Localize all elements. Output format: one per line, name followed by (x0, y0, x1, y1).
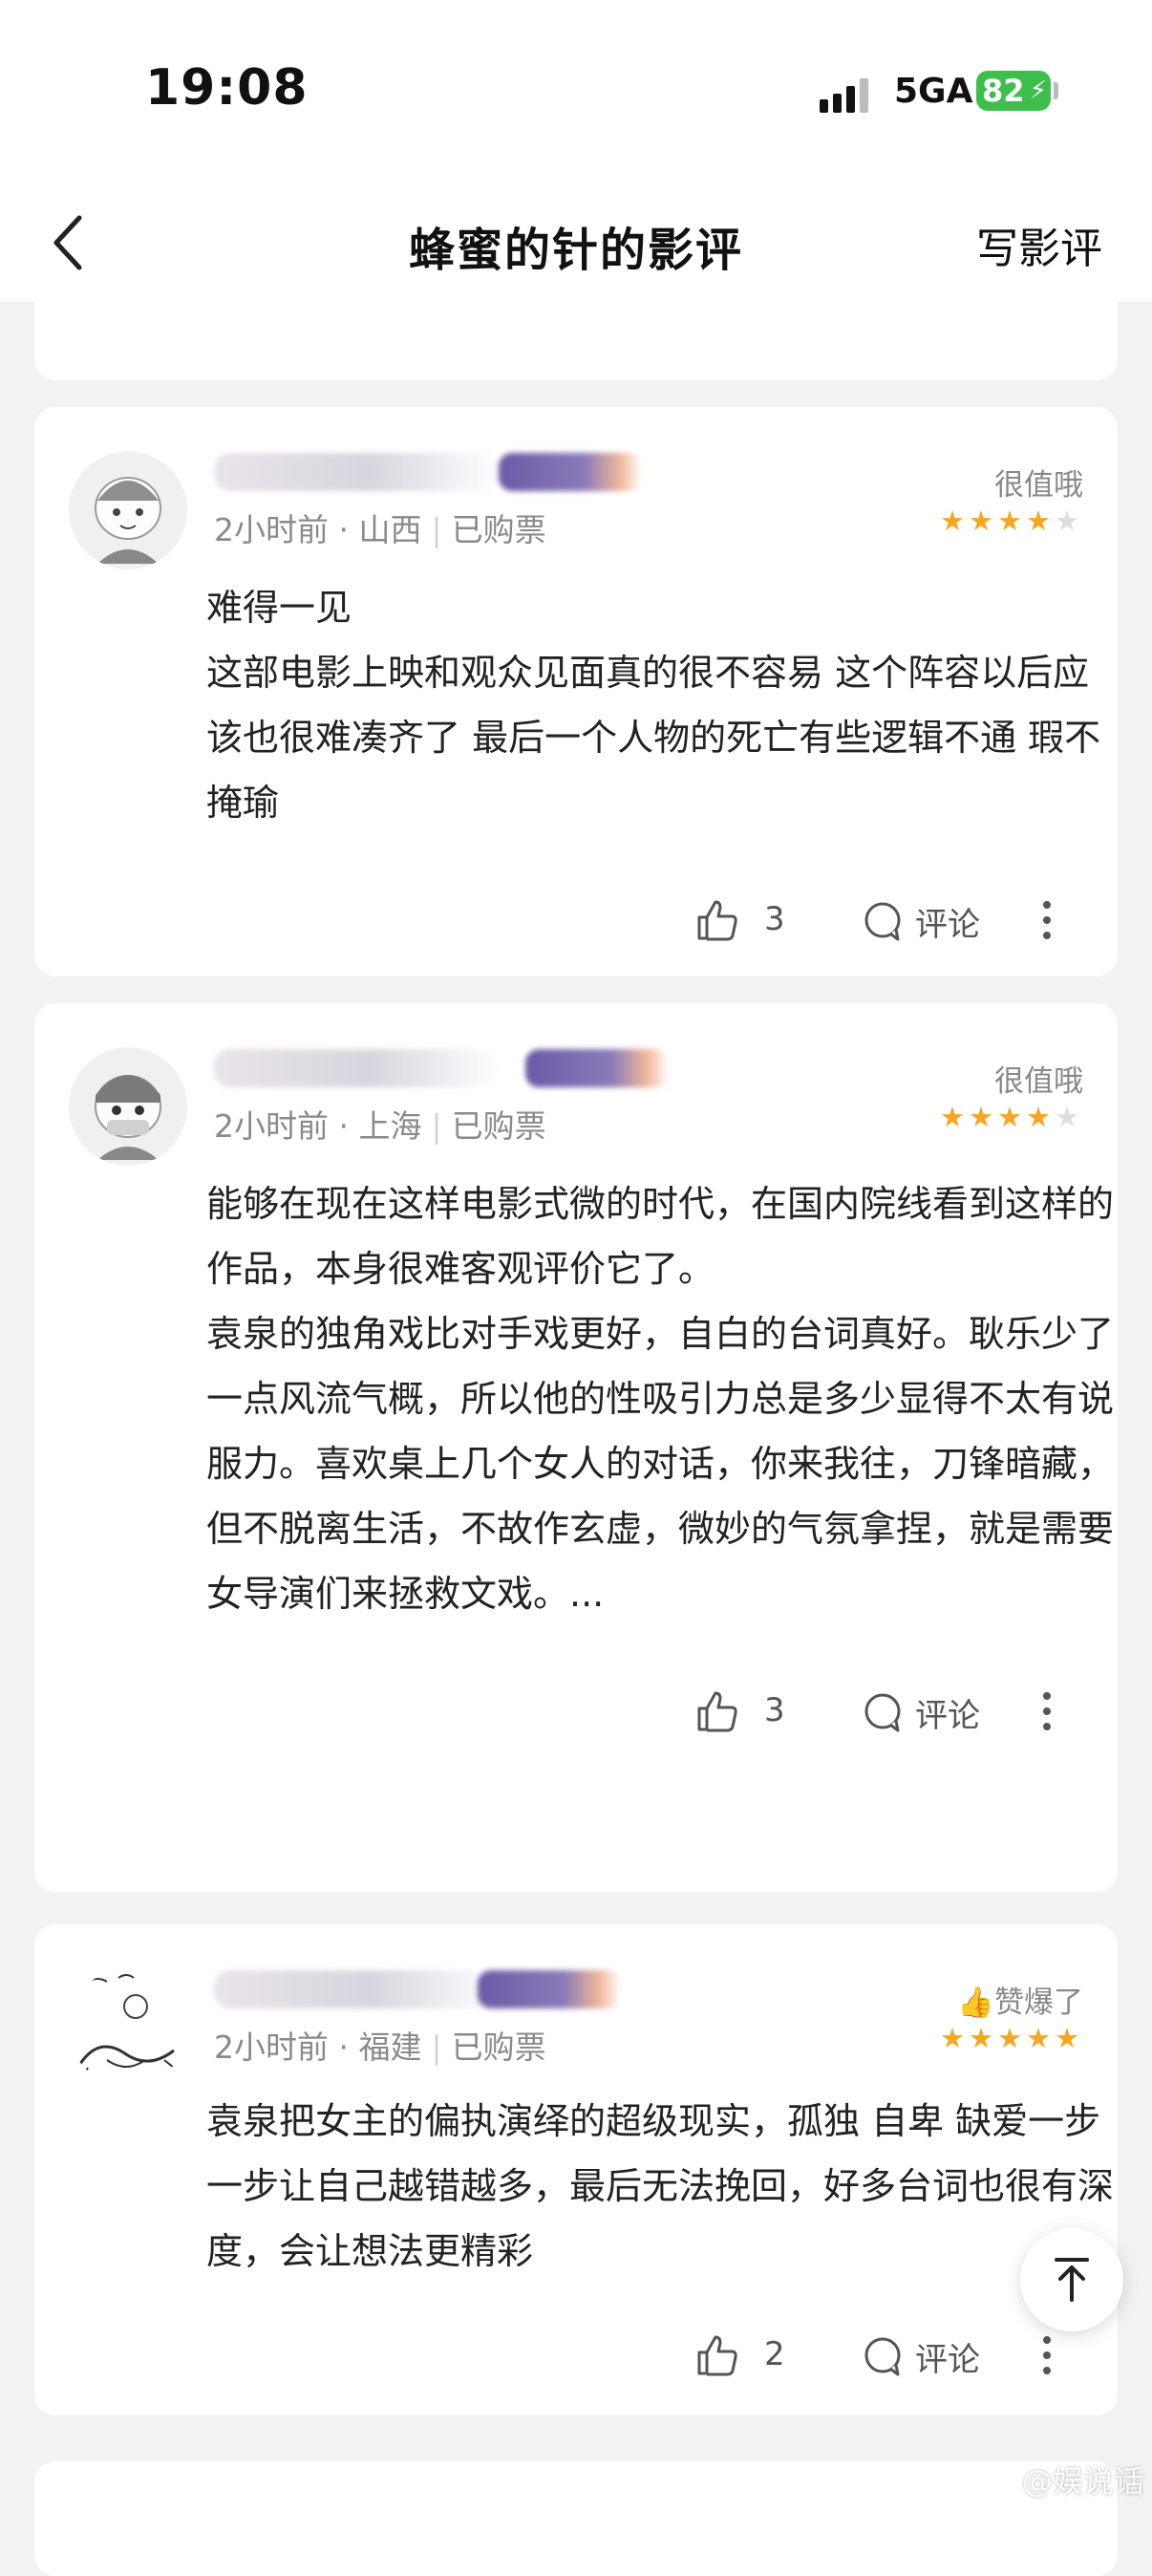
review-actions: 2 评论 (544, 2322, 1118, 2389)
battery-level: 82 (982, 73, 1025, 109)
rating-label: 👍赞爆了 (957, 1986, 1083, 2020)
comment-icon[interactable] (862, 900, 904, 942)
review-actions: 3 评论 (544, 887, 1118, 954)
meta-separator: | (431, 2029, 442, 2066)
review-text[interactable]: 能够在现在这样电影式微的时代，在国内院线看到这样的作品，本身很难客观评价它了。 … (206, 1171, 1123, 1626)
review-time: 2小时前 (214, 511, 329, 548)
username-blurred[interactable] (214, 1049, 501, 1087)
charging-icon: ⚡ (1029, 76, 1047, 105)
avatar[interactable] (69, 1047, 187, 1166)
purchase-status: 已购票 (451, 511, 546, 548)
arrow-up-icon (1055, 2258, 1089, 2302)
comment-icon[interactable] (862, 2335, 904, 2377)
review-card[interactable]: 2小时前 · 福建 | 已购票 👍赞爆了 ★★★★★ 袁泉把女主的偏执演绎的超级现实… (34, 1924, 1118, 2415)
user-badge-blurred (478, 1970, 621, 2008)
avatar[interactable] (69, 451, 187, 569)
comment-icon[interactable] (862, 1691, 904, 1733)
network-type: 5GA (894, 72, 973, 111)
review-card[interactable]: 2小时前 · 上海 | 已购票 很值哦 ★★★★★ 能够在现在这样电影式微的时代，在… (34, 1003, 1118, 1892)
meta-dot: · (338, 511, 350, 548)
meta-dot: · (338, 1107, 350, 1145)
rating-label: 很值哦 (994, 468, 1083, 503)
meta-separator: | (431, 1107, 442, 1145)
review-meta: 2小时前 · 福建 | 已购票 (214, 2022, 546, 2068)
comment-button[interactable]: 评论 (915, 1689, 980, 1736)
meta-separator: | (431, 511, 442, 548)
avatar-image (69, 451, 187, 569)
comment-button[interactable]: 评论 (915, 898, 980, 945)
review-text[interactable]: 难得一见 这部电影上映和观众见面真的很不容易 这个阵容以后应该也很难凑齐了 最后… (206, 575, 1123, 835)
review-location: 福建 (358, 2029, 422, 2066)
more-icon[interactable] (1028, 2331, 1066, 2379)
review-actions: 3 评论 (544, 1678, 1118, 1745)
review-location: 山西 (358, 511, 422, 548)
thumbs-up-icon[interactable] (693, 896, 741, 944)
review-text[interactable]: 袁泉把女主的偏执演绎的超级现实，孤独 自卑 缺爱一步一步让自己越错越多，最后无法… (206, 2089, 1123, 2284)
review-paragraph: 难得一见 (206, 587, 352, 629)
thumbs-up-icon[interactable] (693, 1687, 741, 1735)
review-location: 上海 (358, 1107, 422, 1145)
purchase-status: 已购票 (451, 2029, 546, 2066)
next-review-card (34, 2461, 1118, 2576)
write-review-button[interactable]: 写影评 (976, 214, 1102, 275)
review-paragraph: 袁泉把女主的偏执演绎的超级现实，孤独 自卑 缺爱一步一步让自己越错越多，最后无法… (206, 2100, 1115, 2272)
battery-tip (1054, 82, 1058, 99)
like-count: 3 (764, 900, 785, 938)
review-meta: 2小时前 · 上海 | 已购票 (214, 1101, 546, 1147)
like-count: 3 (764, 1691, 785, 1729)
meta-dot: · (338, 2029, 350, 2066)
star-rating: ★★★★★ (940, 504, 1083, 537)
status-time: 19:08 (145, 59, 309, 117)
like-count: 2 (764, 2335, 785, 2373)
review-meta: 2小时前 · 山西 | 已购票 (214, 504, 546, 550)
review-paragraph: 这部电影上映和观众见面真的很不容易 这个阵容以后应该也很难凑齐了 最后一个人物的… (206, 652, 1101, 824)
review-paragraph: 能够在现在这样电影式微的时代，在国内院线看到这样的作品，本身很难客观评价它了。 (206, 1183, 1115, 1290)
review-time: 2小时前 (214, 1107, 329, 1145)
review-card[interactable]: 2小时前 · 山西 | 已购票 很值哦 ★★★★★ 难得一见 这部电影上映和观众见面… (34, 407, 1118, 977)
user-badge-blurred (525, 1049, 669, 1087)
purchase-status: 已购票 (451, 1107, 546, 1145)
username-blurred[interactable] (214, 1970, 501, 2008)
previous-review-card (34, 285, 1118, 380)
review-time: 2小时前 (214, 2029, 329, 2066)
status-bar: 19:08 5GA 82 ⚡ (0, 0, 1152, 191)
rating-label: 很值哦 (994, 1064, 1083, 1099)
avatar-image (69, 1047, 187, 1166)
watermark: @娱说话 (1021, 2463, 1144, 2500)
star-rating: ★★★★★ (940, 1101, 1083, 1133)
user-badge-blurred (499, 453, 642, 491)
more-icon[interactable] (1028, 1687, 1066, 1735)
avatar-image (69, 1968, 187, 2087)
thumbs-up-icon[interactable] (693, 2331, 741, 2379)
scroll-to-top-button[interactable] (1020, 2228, 1123, 2331)
battery-icon: 82 ⚡ (976, 71, 1051, 111)
star-rating: ★★★★★ (940, 2022, 1083, 2054)
avatar[interactable] (69, 1968, 187, 2087)
more-icon[interactable] (1028, 896, 1066, 944)
review-paragraph: 袁泉的独角戏比对手戏更好，自白的台词真好。耿乐少了一点风流气概，所以他的性吸引力… (206, 1313, 1115, 1615)
username-blurred[interactable] (214, 453, 501, 491)
comment-button[interactable]: 评论 (915, 2333, 980, 2380)
